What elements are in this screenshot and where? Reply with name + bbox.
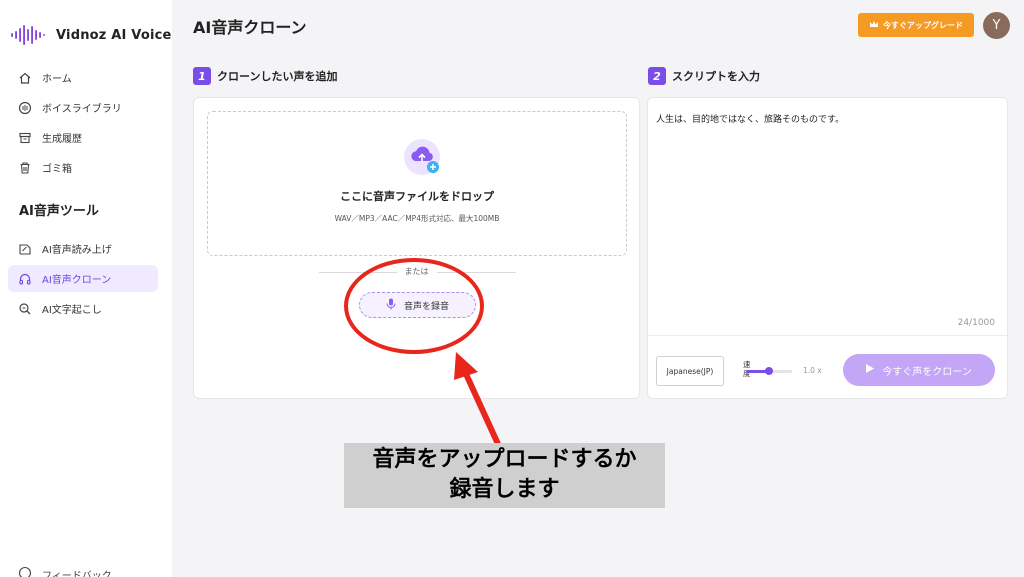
sidebar: Vidnoz AI Voice ホーム ボイスライブラリ 生成履歴 ゴミ箱 AI… xyxy=(0,0,172,577)
tts-icon xyxy=(18,242,32,256)
speed-value: 1.0 x xyxy=(803,366,822,375)
sidebar-item-label: ゴミ箱 xyxy=(42,164,72,175)
feedback-link[interactable]: フィードバック xyxy=(18,566,112,577)
step1-number: 1 xyxy=(193,67,211,85)
clone-voice-button[interactable]: 今すぐ声をクローン xyxy=(843,354,995,386)
sidebar-item-label: AI文字起こし xyxy=(42,305,102,316)
voice-library-icon xyxy=(18,101,32,115)
panel-divider xyxy=(648,335,1007,336)
transcribe-icon xyxy=(18,302,32,316)
step1-title: クローンしたい声を追加 xyxy=(217,70,338,83)
step2-number: 2 xyxy=(648,67,666,85)
dropzone-subtitle: WAV／MP3／AAC／MP4形式対応、最大100MB xyxy=(334,214,500,223)
annotation-arrow-icon xyxy=(454,352,501,446)
app-logo[interactable]: Vidnoz AI Voice xyxy=(10,24,172,46)
waveform-logo-icon xyxy=(11,25,45,45)
language-select[interactable]: Japanese(JP) xyxy=(656,356,724,386)
app-name: Vidnoz AI Voice xyxy=(56,27,172,43)
speed-label: 速度 xyxy=(743,360,751,378)
section-title: AI音声ツール xyxy=(19,204,99,219)
page-title: AI音声クローン xyxy=(193,18,307,37)
annotation-line2: 録音します xyxy=(449,477,560,502)
step2-title: スクリプトを入力 xyxy=(672,70,760,83)
avatar[interactable]: Y xyxy=(983,12,1010,39)
trash-icon xyxy=(18,161,32,175)
audio-dropzone[interactable]: ここに音声ファイルをドロップ WAV／MP3／AAC／MP4形式対応、最大100… xyxy=(207,111,627,256)
step1-header: 1 クローンしたい声を追加 xyxy=(193,67,337,85)
char-count: 24/1000 xyxy=(957,318,995,328)
annotation-callout: 音声をアップロードするか 録音します xyxy=(344,443,665,508)
sidebar-item-tts[interactable]: AI音声読み上げ xyxy=(8,235,158,262)
clone-label: 今すぐ声をクローン xyxy=(882,366,972,378)
sidebar-item-label: AI音声読み上げ xyxy=(42,245,112,256)
play-icon xyxy=(866,364,875,376)
sidebar-item-label: 生成履歴 xyxy=(42,134,82,145)
sidebar-item-history[interactable]: 生成履歴 xyxy=(8,124,158,151)
script-textarea[interactable]: 人生は、目的地ではなく、旅路そのものです。 xyxy=(656,112,844,125)
annotation-line1: 音声をアップロードするか xyxy=(372,447,637,472)
home-icon xyxy=(18,71,32,85)
speed-slider-knob[interactable] xyxy=(765,367,773,375)
upgrade-button[interactable]: 今すぐアップグレード xyxy=(858,13,974,37)
crown-icon xyxy=(869,20,879,30)
sidebar-item-label: ボイスライブラリ xyxy=(42,104,122,115)
dropzone-title: ここに音声ファイルをドロップ xyxy=(340,190,494,203)
sidebar-item-trash[interactable]: ゴミ箱 xyxy=(8,154,158,181)
speed-slider[interactable] xyxy=(746,367,792,375)
headphones-icon xyxy=(18,272,32,286)
history-icon xyxy=(18,131,32,145)
sidebar-item-voice-clone[interactable]: AI音声クローン xyxy=(8,265,158,292)
upgrade-label: 今すぐアップグレード xyxy=(883,20,963,30)
feedback-label: フィードバック xyxy=(42,571,112,577)
sidebar-item-home[interactable]: ホーム xyxy=(8,64,158,91)
sidebar-item-label: AI音声クローン xyxy=(42,275,112,286)
script-panel: 人生は、目的地ではなく、旅路そのものです。 24/1000 Japanese(J… xyxy=(647,97,1008,399)
sidebar-item-voice-library[interactable]: ボイスライブラリ xyxy=(8,94,158,121)
cloud-upload-icon xyxy=(404,139,440,175)
feedback-icon xyxy=(18,566,32,577)
annotation-circle xyxy=(344,258,484,354)
sidebar-item-label: ホーム xyxy=(42,74,72,85)
step2-header: 2 スクリプトを入力 xyxy=(648,67,760,85)
sidebar-item-transcribe[interactable]: AI文字起こし xyxy=(8,295,158,322)
